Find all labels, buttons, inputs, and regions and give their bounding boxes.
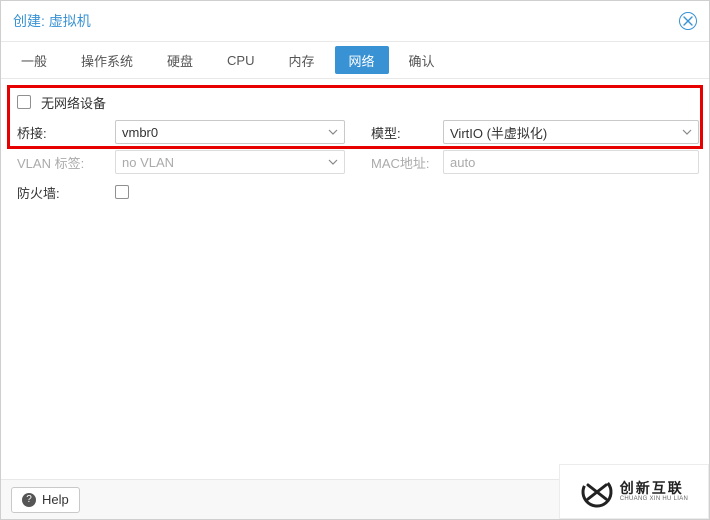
chevron-down-icon <box>328 127 338 137</box>
watermark-zh: 创新互联 <box>620 481 688 496</box>
help-icon: ? <box>22 493 36 507</box>
model-combo[interactable]: VirtIO (半虚拟化) <box>443 120 699 144</box>
model-field: 模型: VirtIO (半虚拟化) <box>365 117 699 147</box>
tab-cpu[interactable]: CPU <box>211 42 270 78</box>
model-value: VirtIO (半虚拟化) <box>450 123 682 142</box>
tab-confirm[interactable]: 确认 <box>393 42 451 78</box>
vlan-field: VLAN 标签: no VLAN <box>11 147 345 177</box>
close-button[interactable] <box>679 12 697 30</box>
tab-label: 网络 <box>349 51 375 70</box>
firewall-checkbox[interactable] <box>115 185 129 199</box>
bridge-field: 桥接: vmbr0 <box>11 117 345 147</box>
chevron-down-icon <box>328 157 338 167</box>
no-network-checkbox[interactable] <box>17 95 31 109</box>
tab-label: CPU <box>227 53 254 68</box>
vlan-value: no VLAN <box>122 155 328 170</box>
form-grid: 桥接: vmbr0 VLAN 标签: no VLAN 防火墙: <box>11 117 699 207</box>
bridge-value: vmbr0 <box>122 125 328 140</box>
tab-label: 硬盘 <box>167 51 193 70</box>
tab-label: 确认 <box>409 51 435 70</box>
firewall-field: 防火墙: <box>11 177 345 207</box>
tab-label: 操作系统 <box>81 51 133 70</box>
dialog-title: 创建: 虚拟机 <box>13 11 91 31</box>
tab-label: 一般 <box>21 51 47 70</box>
vlan-combo[interactable]: no VLAN <box>115 150 345 174</box>
help-label: Help <box>42 492 69 507</box>
watermark-logo-icon <box>580 475 614 509</box>
no-network-row: 无网络设备 <box>11 87 699 117</box>
help-button[interactable]: ? Help <box>11 487 80 513</box>
wizard-tabs: 一般 操作系统 硬盘 CPU 内存 网络 确认 <box>1 41 709 79</box>
mac-label: MAC地址: <box>365 153 435 172</box>
tab-general[interactable]: 一般 <box>5 42 63 78</box>
right-column: 模型: VirtIO (半虚拟化) MAC地址: auto <box>365 117 699 207</box>
tab-disk[interactable]: 硬盘 <box>151 42 209 78</box>
mac-input[interactable]: auto <box>443 150 699 174</box>
dialog-titlebar: 创建: 虚拟机 <box>1 1 709 41</box>
watermark-en: CHUANG XIN HU LIAN <box>620 496 688 503</box>
bridge-combo[interactable]: vmbr0 <box>115 120 345 144</box>
model-label: 模型: <box>365 123 435 142</box>
tab-label: 内存 <box>289 51 315 70</box>
tab-network[interactable]: 网络 <box>335 46 389 74</box>
chevron-down-icon <box>682 127 692 137</box>
create-vm-dialog: 创建: 虚拟机 一般 操作系统 硬盘 CPU 内存 网络 确认 无网络设备 桥接… <box>0 0 710 520</box>
watermark: 创新互联 CHUANG XIN HU LIAN <box>559 464 709 519</box>
close-icon <box>683 16 693 26</box>
tab-memory[interactable]: 内存 <box>273 42 331 78</box>
left-column: 桥接: vmbr0 VLAN 标签: no VLAN 防火墙: <box>11 117 345 207</box>
mac-field: MAC地址: auto <box>365 147 699 177</box>
mac-value: auto <box>450 155 475 170</box>
no-network-label: 无网络设备 <box>41 93 106 112</box>
tab-os[interactable]: 操作系统 <box>65 42 149 78</box>
bridge-label: 桥接: <box>11 123 107 142</box>
firewall-label: 防火墙: <box>11 183 107 202</box>
network-form: 无网络设备 桥接: vmbr0 VLAN 标签: no VLAN <box>1 79 709 477</box>
vlan-label: VLAN 标签: <box>11 153 107 172</box>
watermark-text: 创新互联 CHUANG XIN HU LIAN <box>620 481 688 503</box>
